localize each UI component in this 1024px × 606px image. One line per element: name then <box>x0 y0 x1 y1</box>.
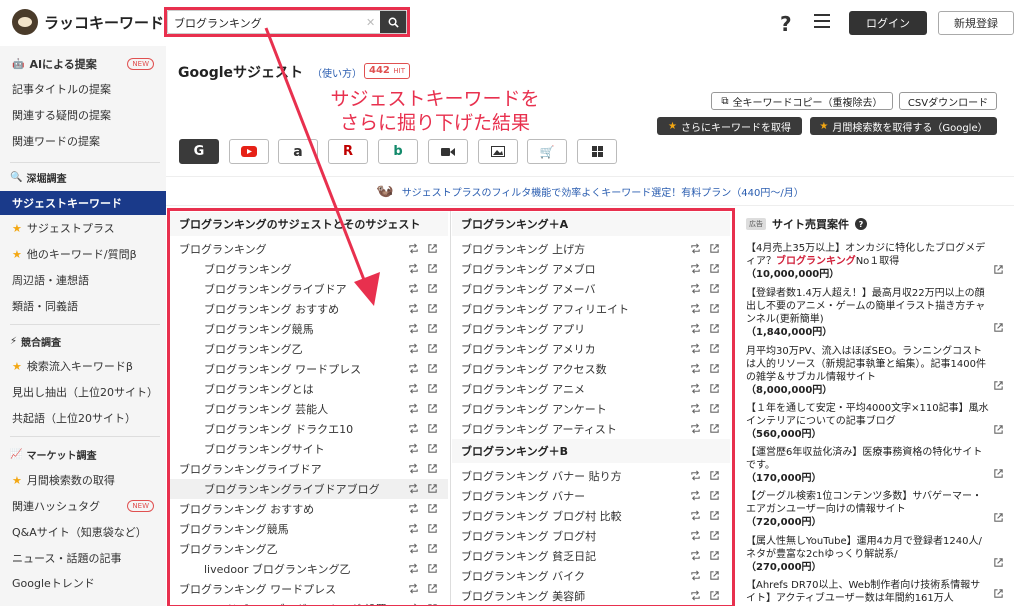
annotation-arrow <box>264 27 380 306</box>
arrow-shaft <box>264 27 368 286</box>
arrow-head <box>354 272 380 306</box>
